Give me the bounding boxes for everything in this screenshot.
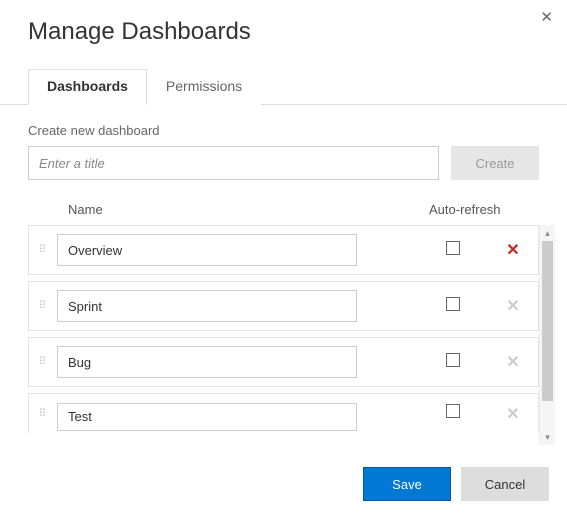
column-headers: Name Auto-refresh: [28, 202, 539, 225]
auto-refresh-checkbox[interactable]: [446, 353, 460, 367]
delete-icon: ✕: [506, 354, 519, 371]
column-header-refresh: Auto-refresh: [429, 202, 539, 217]
delete-icon: ✕: [506, 298, 519, 315]
drag-handle-icon[interactable]: ⠿: [29, 303, 57, 309]
scroll-down-icon[interactable]: ▾: [540, 429, 555, 445]
save-button[interactable]: Save: [363, 467, 451, 501]
close-icon[interactable]: ✕: [540, 8, 553, 26]
list-item: ⠿ ✕: [28, 281, 539, 331]
auto-refresh-checkbox[interactable]: [446, 297, 460, 311]
drag-handle-icon[interactable]: ⠿: [29, 247, 57, 253]
tab-bar: Dashboards Permissions: [0, 52, 567, 105]
dashboard-name-input[interactable]: [57, 403, 357, 431]
scroll-thumb[interactable]: [542, 241, 553, 401]
drag-handle-icon[interactable]: ⠿: [29, 411, 57, 417]
tab-content: Create new dashboard Create Name Auto-re…: [0, 105, 567, 445]
drag-handle-icon[interactable]: ⠿: [29, 359, 57, 365]
cancel-button[interactable]: Cancel: [461, 467, 549, 501]
list-item: ⠿ ✕: [28, 225, 539, 275]
list-item: ⠿ ✕: [28, 393, 539, 433]
dashboard-list: ⠿ ✕ ⠿ ✕ ⠿ ✕ ⠿: [28, 225, 539, 445]
scrollbar[interactable]: ▴ ▾: [539, 225, 555, 445]
list-item: ⠿ ✕: [28, 337, 539, 387]
dashboard-name-input[interactable]: [57, 234, 357, 266]
delete-icon: ✕: [506, 406, 519, 423]
create-button[interactable]: Create: [451, 146, 539, 180]
auto-refresh-checkbox[interactable]: [446, 404, 460, 418]
auto-refresh-checkbox[interactable]: [446, 241, 460, 255]
dashboard-name-input[interactable]: [57, 290, 357, 322]
create-label: Create new dashboard: [28, 123, 539, 138]
scroll-up-icon[interactable]: ▴: [540, 225, 555, 241]
dialog-title: Manage Dashboards: [0, 0, 567, 52]
column-header-name: Name: [64, 202, 429, 217]
tab-permissions[interactable]: Permissions: [147, 69, 261, 105]
delete-icon[interactable]: ✕: [506, 242, 519, 259]
dashboard-name-input[interactable]: [57, 346, 357, 378]
manage-dashboards-dialog: ✕ Manage Dashboards Dashboards Permissio…: [0, 0, 567, 519]
dialog-footer: Save Cancel: [363, 467, 549, 501]
create-row: Create: [28, 146, 539, 180]
tab-dashboards[interactable]: Dashboards: [28, 69, 147, 105]
new-dashboard-title-input[interactable]: [28, 146, 439, 180]
